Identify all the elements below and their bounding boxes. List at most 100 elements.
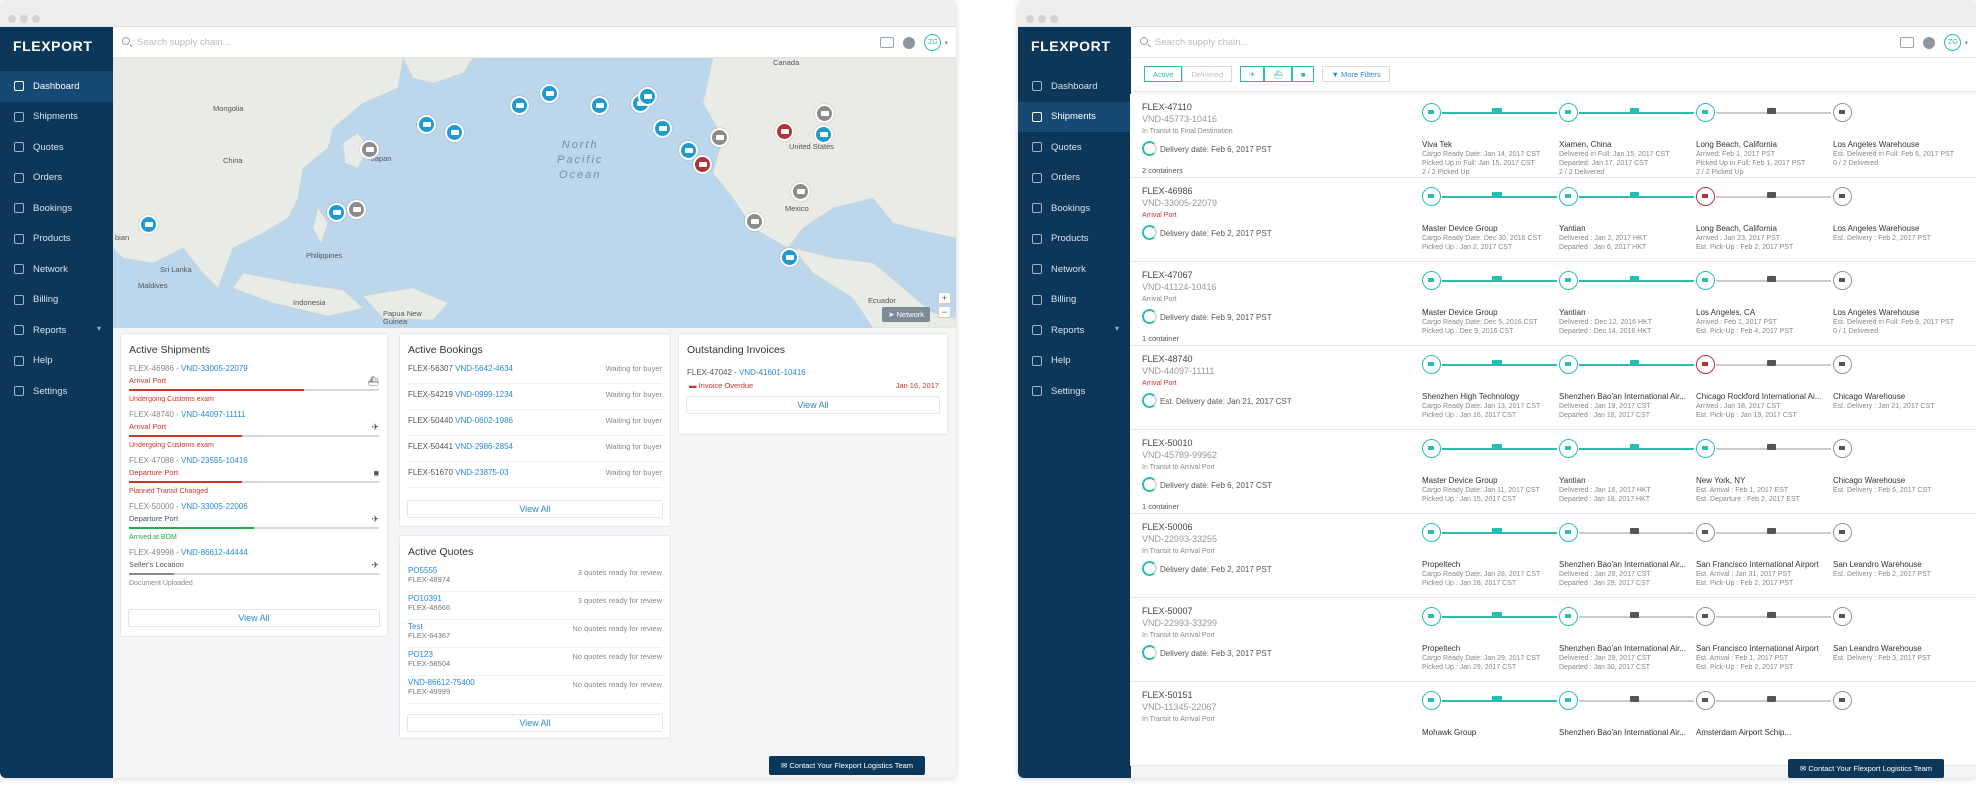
airport-icon[interactable]	[1696, 523, 1715, 542]
flexport-logo[interactable]: FLEXPORT	[1031, 38, 1110, 54]
sidebar-item-help[interactable]: Help	[0, 346, 113, 377]
view-all-quotes-button[interactable]: View All	[407, 714, 663, 732]
shipment-id[interactable]: FLEX-50010	[1142, 438, 1193, 448]
sidebar-item-reports[interactable]: Reports ▾	[1018, 315, 1131, 346]
warehouse-icon[interactable]	[1833, 439, 1852, 458]
filter-air-button[interactable]: ✈	[1240, 66, 1265, 82]
warehouse-icon[interactable]	[1833, 103, 1852, 122]
map-pin-ship[interactable]	[510, 96, 529, 115]
map-pin-ship[interactable]	[814, 125, 833, 144]
map-pin-alert[interactable]	[693, 155, 712, 174]
map-pin-ship[interactable]	[590, 96, 609, 115]
shipment-list-row[interactable]: FLEX-47067 VND-41124-10416 Arrival Port Del…	[1130, 262, 1976, 346]
ship-icon[interactable]	[1559, 187, 1578, 206]
shipment-id[interactable]: FLEX-46986	[1142, 186, 1193, 196]
shipment-row[interactable]: FLEX-50000 - VND-33005-22006 Departure Po…	[129, 502, 379, 547]
ship-icon[interactable]	[1559, 271, 1578, 290]
map-pin-port[interactable]	[710, 128, 729, 147]
shipment-row[interactable]: FLEX-47088 - VND-23555-10416 Departure Po…	[129, 456, 379, 501]
sidebar-item-network[interactable]: Network	[0, 254, 113, 285]
factory-icon[interactable]	[1422, 607, 1441, 626]
map-network-button[interactable]: ➤ Network	[882, 307, 930, 322]
warehouse-icon[interactable]	[1833, 187, 1852, 206]
quote-row[interactable]: PO5555 FLEX-48974 3 quotes ready for revie…	[408, 566, 662, 592]
shipment-id[interactable]: FLEX-50007	[1142, 606, 1193, 616]
contact-team-button[interactable]: ✉ Contact Your Flexport Logistics Team	[769, 756, 926, 775]
map-pin-ship[interactable]	[417, 115, 436, 134]
shipment-vnd-link[interactable]: VND-44097-11111	[181, 410, 245, 419]
warehouse-icon[interactable]	[1833, 523, 1852, 542]
shipment-row[interactable]: FLEX-46986 - VND-33005-22079 Arrival Port…	[129, 364, 379, 409]
booking-vnd-link[interactable]: VND-23875-03	[455, 468, 508, 477]
map-pin-plane[interactable]	[653, 119, 672, 138]
ship-icon[interactable]	[1696, 271, 1715, 290]
shipment-list-row[interactable]: FLEX-50010 VND-45789-99962 In Transit to A…	[1130, 430, 1976, 514]
messages-icon[interactable]	[880, 37, 895, 48]
sidebar-item-billing[interactable]: Billing	[1018, 285, 1131, 316]
flexport-logo[interactable]: FLEXPORT	[13, 38, 92, 54]
booking-row[interactable]: FLEX-54219 VND-0999-1234 Waiting for buye…	[408, 390, 662, 410]
ship-icon[interactable]	[1559, 103, 1578, 122]
sidebar-item-help[interactable]: Help	[1018, 346, 1131, 377]
filter-active-button[interactable]: Active	[1144, 66, 1183, 82]
chevron-down-icon[interactable]: ▾	[944, 39, 948, 47]
globe-icon[interactable]	[1923, 36, 1936, 49]
map-pin-port[interactable]	[745, 212, 764, 231]
ship-icon[interactable]	[1696, 187, 1715, 206]
contact-team-button[interactable]: ✉ Contact Your Flexport Logistics Team	[1788, 759, 1945, 778]
quote-row[interactable]: Test FLEX-64367 No quotes ready for review	[408, 622, 662, 648]
shipment-row[interactable]: FLEX-49998 - VND-86612-44444 Seller's Loc…	[129, 548, 379, 593]
window-minimize-dot[interactable]	[1038, 15, 1046, 23]
factory-icon[interactable]	[1422, 355, 1441, 374]
view-all-bookings-button[interactable]: View All	[407, 500, 663, 518]
shipment-map[interactable]: Canada Mongolia China Japan United State…	[113, 58, 956, 328]
factory-icon[interactable]	[1422, 271, 1441, 290]
map-pin-ship[interactable]	[780, 248, 799, 267]
airport-icon[interactable]	[1559, 691, 1578, 710]
quote-row[interactable]: PO10391 FLEX-48666 3 quotes ready for revi…	[408, 594, 662, 620]
sidebar-item-settings[interactable]: Settings	[0, 376, 113, 407]
window-zoom-dot[interactable]	[32, 15, 40, 23]
ship-icon[interactable]	[1696, 103, 1715, 122]
sidebar-item-bookings[interactable]: Bookings	[0, 193, 113, 224]
filter-ocean-button[interactable]: ⛴	[1264, 66, 1292, 82]
sidebar-item-shipments[interactable]: Shipments	[1018, 101, 1131, 132]
shipment-id[interactable]: FLEX-50006	[1142, 522, 1193, 532]
sidebar-item-bookings[interactable]: Bookings	[1018, 193, 1131, 224]
shipment-list-row[interactable]: FLEX-48740 VND-44097-11111 Arrival Port Est…	[1130, 346, 1976, 430]
shipment-vnd-link[interactable]: VND-23555-10416	[181, 456, 248, 465]
booking-row[interactable]: FLEX-51670 VND-23875-03 Waiting for buyer	[408, 468, 662, 488]
factory-icon[interactable]	[1422, 691, 1441, 710]
window-zoom-dot[interactable]	[1050, 15, 1058, 23]
map-pin-port[interactable]	[360, 140, 379, 159]
airport-icon[interactable]	[1559, 523, 1578, 542]
booking-vnd-link[interactable]: VND-0999-1234	[455, 390, 513, 399]
search-input[interactable]	[1155, 35, 1455, 50]
filter-delivered-button[interactable]: Delivered	[1182, 66, 1233, 82]
map-pin-port[interactable]	[347, 200, 366, 219]
invoice-vnd-link[interactable]: VND-41601-10416	[739, 368, 806, 377]
sidebar-item-quotes[interactable]: Quotes	[0, 132, 113, 163]
map-zoom-out-button[interactable]: −	[938, 306, 951, 318]
window-close-dot[interactable]	[8, 15, 16, 23]
shipment-list-row[interactable]: FLEX-50007 VND-22993-33299 In Transit to A…	[1130, 598, 1976, 682]
quote-row[interactable]: PO123 FLEX-58504 No quotes ready for revie…	[408, 650, 662, 676]
warehouse-icon[interactable]	[1833, 355, 1852, 374]
map-pin-ship[interactable]	[445, 123, 464, 142]
messages-icon[interactable]	[1900, 37, 1915, 48]
invoice-row[interactable]: FLEX-47042 - VND-41601-10416	[687, 368, 939, 381]
sidebar-item-settings[interactable]: Settings	[1018, 376, 1131, 407]
booking-vnd-link[interactable]: VND-2986-2854	[455, 442, 513, 451]
booking-vnd-link[interactable]: VND-0602-1986	[455, 416, 513, 425]
shipment-list-row[interactable]: FLEX-50006 VND-22993-33255 In Transit to A…	[1130, 514, 1976, 598]
sidebar-item-orders[interactable]: Orders	[0, 163, 113, 194]
shipment-id[interactable]: FLEX-48740	[1142, 354, 1193, 364]
sidebar-item-network[interactable]: Network	[1018, 254, 1131, 285]
booking-row[interactable]: FLEX-56307 VND-5642-4634 Waiting for buye…	[408, 364, 662, 384]
factory-icon[interactable]	[1422, 187, 1441, 206]
sidebar-item-orders[interactable]: Orders	[1018, 163, 1131, 194]
map-pin-ship[interactable]	[327, 203, 346, 222]
map-pin-ship[interactable]	[139, 215, 158, 234]
map-zoom-in-button[interactable]: +	[938, 292, 951, 304]
window-minimize-dot[interactable]	[20, 15, 28, 23]
